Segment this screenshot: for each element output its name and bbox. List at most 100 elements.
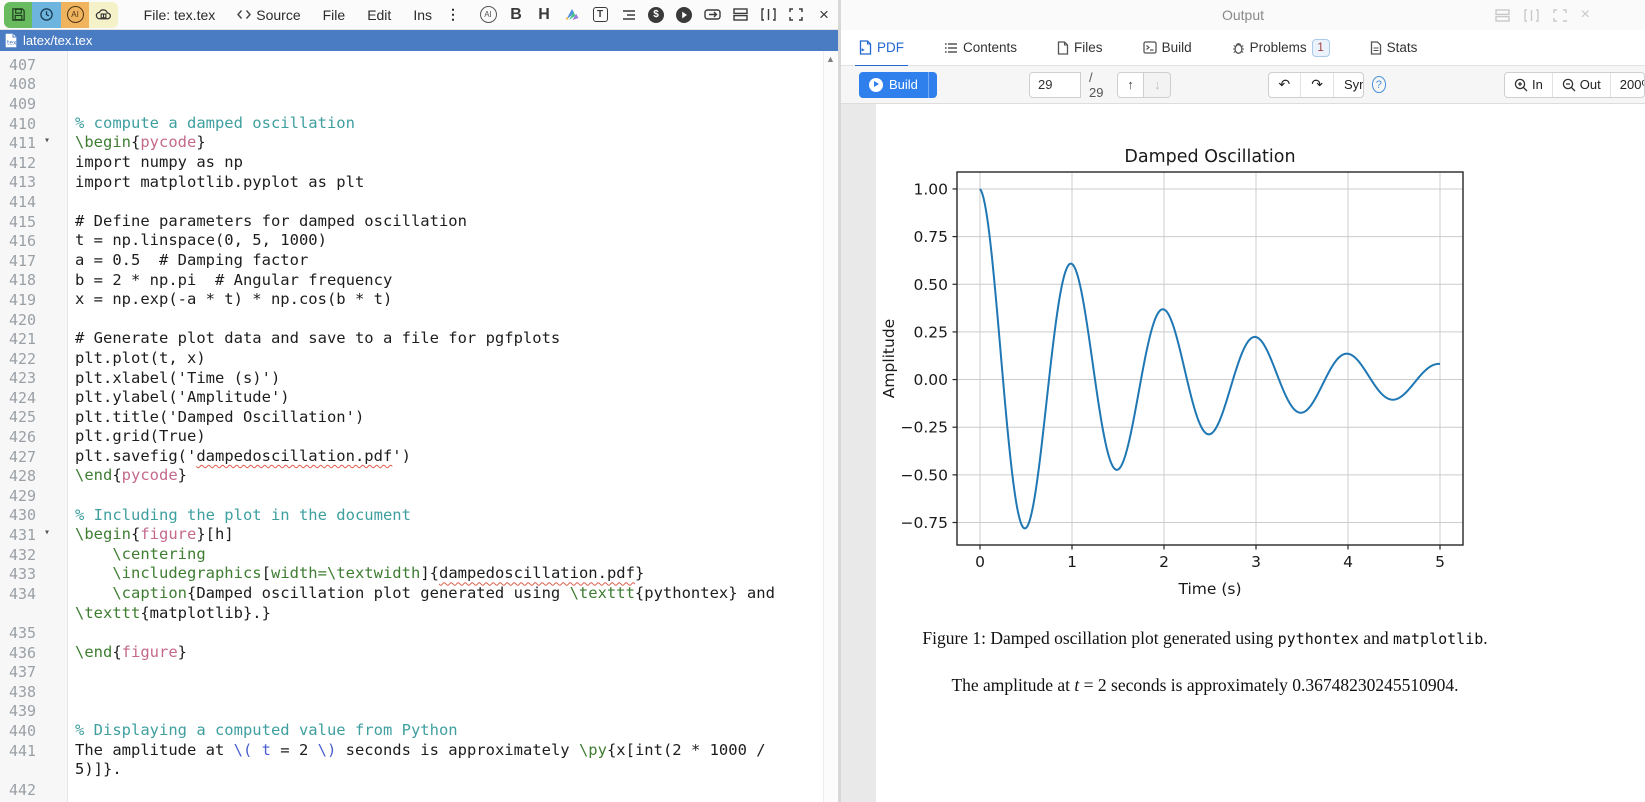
code-line[interactable]: \includegraphics[width=\textwidth]{dampe… (68, 564, 644, 584)
code-line[interactable]: plt.ylabel('Amplitude') (68, 388, 290, 408)
tab-build[interactable]: Build (1135, 30, 1200, 66)
split-vertical-button[interactable] (754, 2, 782, 28)
code-editor[interactable]: 407408409410% compute a damped oscillati… (0, 51, 838, 802)
fold-toggle-icon[interactable]: ▾ (44, 527, 50, 538)
code-row: 437 (0, 662, 838, 682)
zoom-in-button[interactable]: In (1505, 73, 1552, 97)
code-line[interactable]: \caption{Damped oscillation plot generat… (68, 584, 775, 604)
tab-stats[interactable]: Stats (1362, 30, 1426, 66)
tab-problems[interactable]: Problems1 (1224, 30, 1338, 66)
run-button[interactable] (670, 2, 698, 28)
heading-button[interactable]: H (530, 2, 558, 28)
tab-label: Files (1074, 40, 1103, 55)
menu-insert[interactable]: Ins (413, 7, 432, 23)
tab-files[interactable]: Files (1049, 30, 1111, 66)
forward-button[interactable]: ↷ (1300, 73, 1333, 97)
code-line[interactable]: t = np.linspace(0, 5, 1000) (68, 231, 327, 251)
contents-icon (944, 42, 958, 54)
previous-page-button[interactable]: ↑ (1117, 72, 1144, 98)
image-button[interactable] (558, 2, 586, 28)
code-line[interactable]: plt.grid(True) (68, 427, 206, 447)
pdf-viewer[interactable]: 0123451.000.750.500.250.00−0.25−0.50−0.7… (841, 104, 1645, 802)
code-line[interactable]: % Including the plot in the document (68, 506, 411, 526)
next-page-button[interactable]: ↓ (1144, 72, 1171, 98)
code-line[interactable]: 5)]}. (68, 760, 122, 780)
cloud-build-button[interactable] (89, 2, 117, 28)
ai-assistant-button[interactable]: AI (61, 2, 89, 28)
code-line[interactable]: \centering (68, 545, 206, 565)
code-line[interactable]: # Define parameters for damped oscillati… (68, 212, 467, 232)
code-line[interactable]: import numpy as np (68, 153, 243, 173)
format-icons: AI B H T $ (474, 2, 838, 28)
code-line[interactable]: plt.xlabel('Time (s)') (68, 369, 280, 389)
code-row: 408 (0, 75, 838, 95)
zoom-out-icon (1562, 78, 1576, 92)
math-button[interactable]: $ (642, 2, 670, 28)
back-button[interactable]: ↶ (1269, 73, 1301, 97)
svg-text:0.00: 0.00 (913, 371, 948, 389)
code-line[interactable]: x = np.exp(-a * t) * np.cos(b * t) (68, 290, 392, 310)
split-vertical-icon[interactable] (1524, 9, 1539, 22)
build-options-caret[interactable]: ▼ (928, 72, 937, 98)
text-box-button[interactable]: T (586, 2, 614, 28)
tab-label: Problems (1250, 40, 1307, 55)
tab-label: Stats (1387, 40, 1418, 55)
code-line[interactable]: \end{pycode} (68, 466, 187, 486)
svg-text:Damped Oscillation: Damped Oscillation (1124, 147, 1295, 167)
build-button[interactable]: Build (859, 77, 928, 92)
split-horizontal-icon[interactable] (1495, 9, 1510, 22)
code-line[interactable]: plt.plot(t, x) (68, 349, 206, 369)
source-view-button[interactable]: Source (237, 7, 300, 23)
history-button[interactable] (32, 2, 60, 28)
tab-pdf[interactable]: ▸PDF (851, 30, 912, 66)
tab-contents[interactable]: Contents (936, 30, 1025, 66)
code-line[interactable]: a = 0.5 # Damping factor (68, 251, 308, 271)
line-number: 412 (0, 154, 68, 172)
code-line[interactable]: \end{figure} (68, 643, 187, 663)
zoom-out-button[interactable]: Out (1552, 73, 1610, 97)
split-horizontal-button[interactable] (726, 2, 754, 28)
editor-scrollbar[interactable]: ▲ (823, 51, 838, 802)
menu-file[interactable]: File (323, 7, 346, 23)
code-line[interactable]: plt.title('Damped Oscillation') (68, 408, 364, 428)
code-row: 438 (0, 682, 838, 702)
files-icon (1057, 41, 1069, 55)
zoom-level-dropdown[interactable]: 200% ▼ (1610, 73, 1645, 97)
code-line[interactable]: # Generate plot data and save to a file … (68, 329, 560, 349)
fullscreen-icon[interactable] (1553, 9, 1567, 22)
quick-actions-group: AI (4, 2, 118, 28)
code-line[interactable]: plt.savefig('dampedoscillation.pdf') (68, 447, 411, 467)
code-row: 431▾\begin{figure}[h] (0, 525, 838, 545)
help-icon[interactable]: ? (1372, 76, 1386, 93)
code-line[interactable]: b = 2 * np.pi # Angular frequency (68, 271, 392, 291)
file-tab[interactable]: tex latex/tex.tex (0, 30, 838, 51)
code-line[interactable]: \texttt{matplotlib}.} (68, 604, 271, 624)
code-row: 430% Including the plot in the document (0, 506, 838, 526)
code-line[interactable]: \begin{pycode} (68, 133, 206, 153)
tex-file-icon: tex (4, 33, 18, 48)
save-button[interactable] (4, 2, 32, 28)
line-number: 422 (0, 350, 68, 368)
sync-button[interactable]: Sync (1333, 73, 1364, 97)
fullscreen-button[interactable] (782, 2, 810, 28)
code-line[interactable]: \begin{figure}[h] (68, 525, 234, 545)
bold-button[interactable]: B (502, 2, 530, 28)
play-icon (676, 7, 692, 23)
close-output-icon[interactable]: × (1581, 6, 1590, 24)
page-number-input[interactable] (1029, 72, 1081, 98)
code-line[interactable]: % Displaying a computed value from Pytho… (68, 721, 458, 741)
fold-toggle-icon[interactable]: ▾ (44, 135, 50, 146)
svg-text:tex: tex (7, 40, 17, 47)
code-icon (237, 9, 251, 20)
align-right-button[interactable] (614, 2, 642, 28)
ai-inline-button[interactable]: AI (474, 2, 502, 28)
scroll-up-arrow-icon[interactable]: ▲ (826, 54, 835, 64)
code-line[interactable]: % compute a damped oscillation (68, 114, 355, 134)
code-line[interactable]: The amplitude at \( t = 2 \) seconds is … (68, 741, 766, 761)
menu-edit[interactable]: Edit (367, 7, 391, 23)
more-options-icon[interactable]: ⋮ (446, 6, 460, 23)
export-button[interactable] (698, 2, 726, 28)
code-line[interactable]: import matplotlib.pyplot as plt (68, 173, 364, 193)
svg-text:1: 1 (1067, 553, 1077, 571)
close-editor-button[interactable]: × (810, 2, 838, 28)
